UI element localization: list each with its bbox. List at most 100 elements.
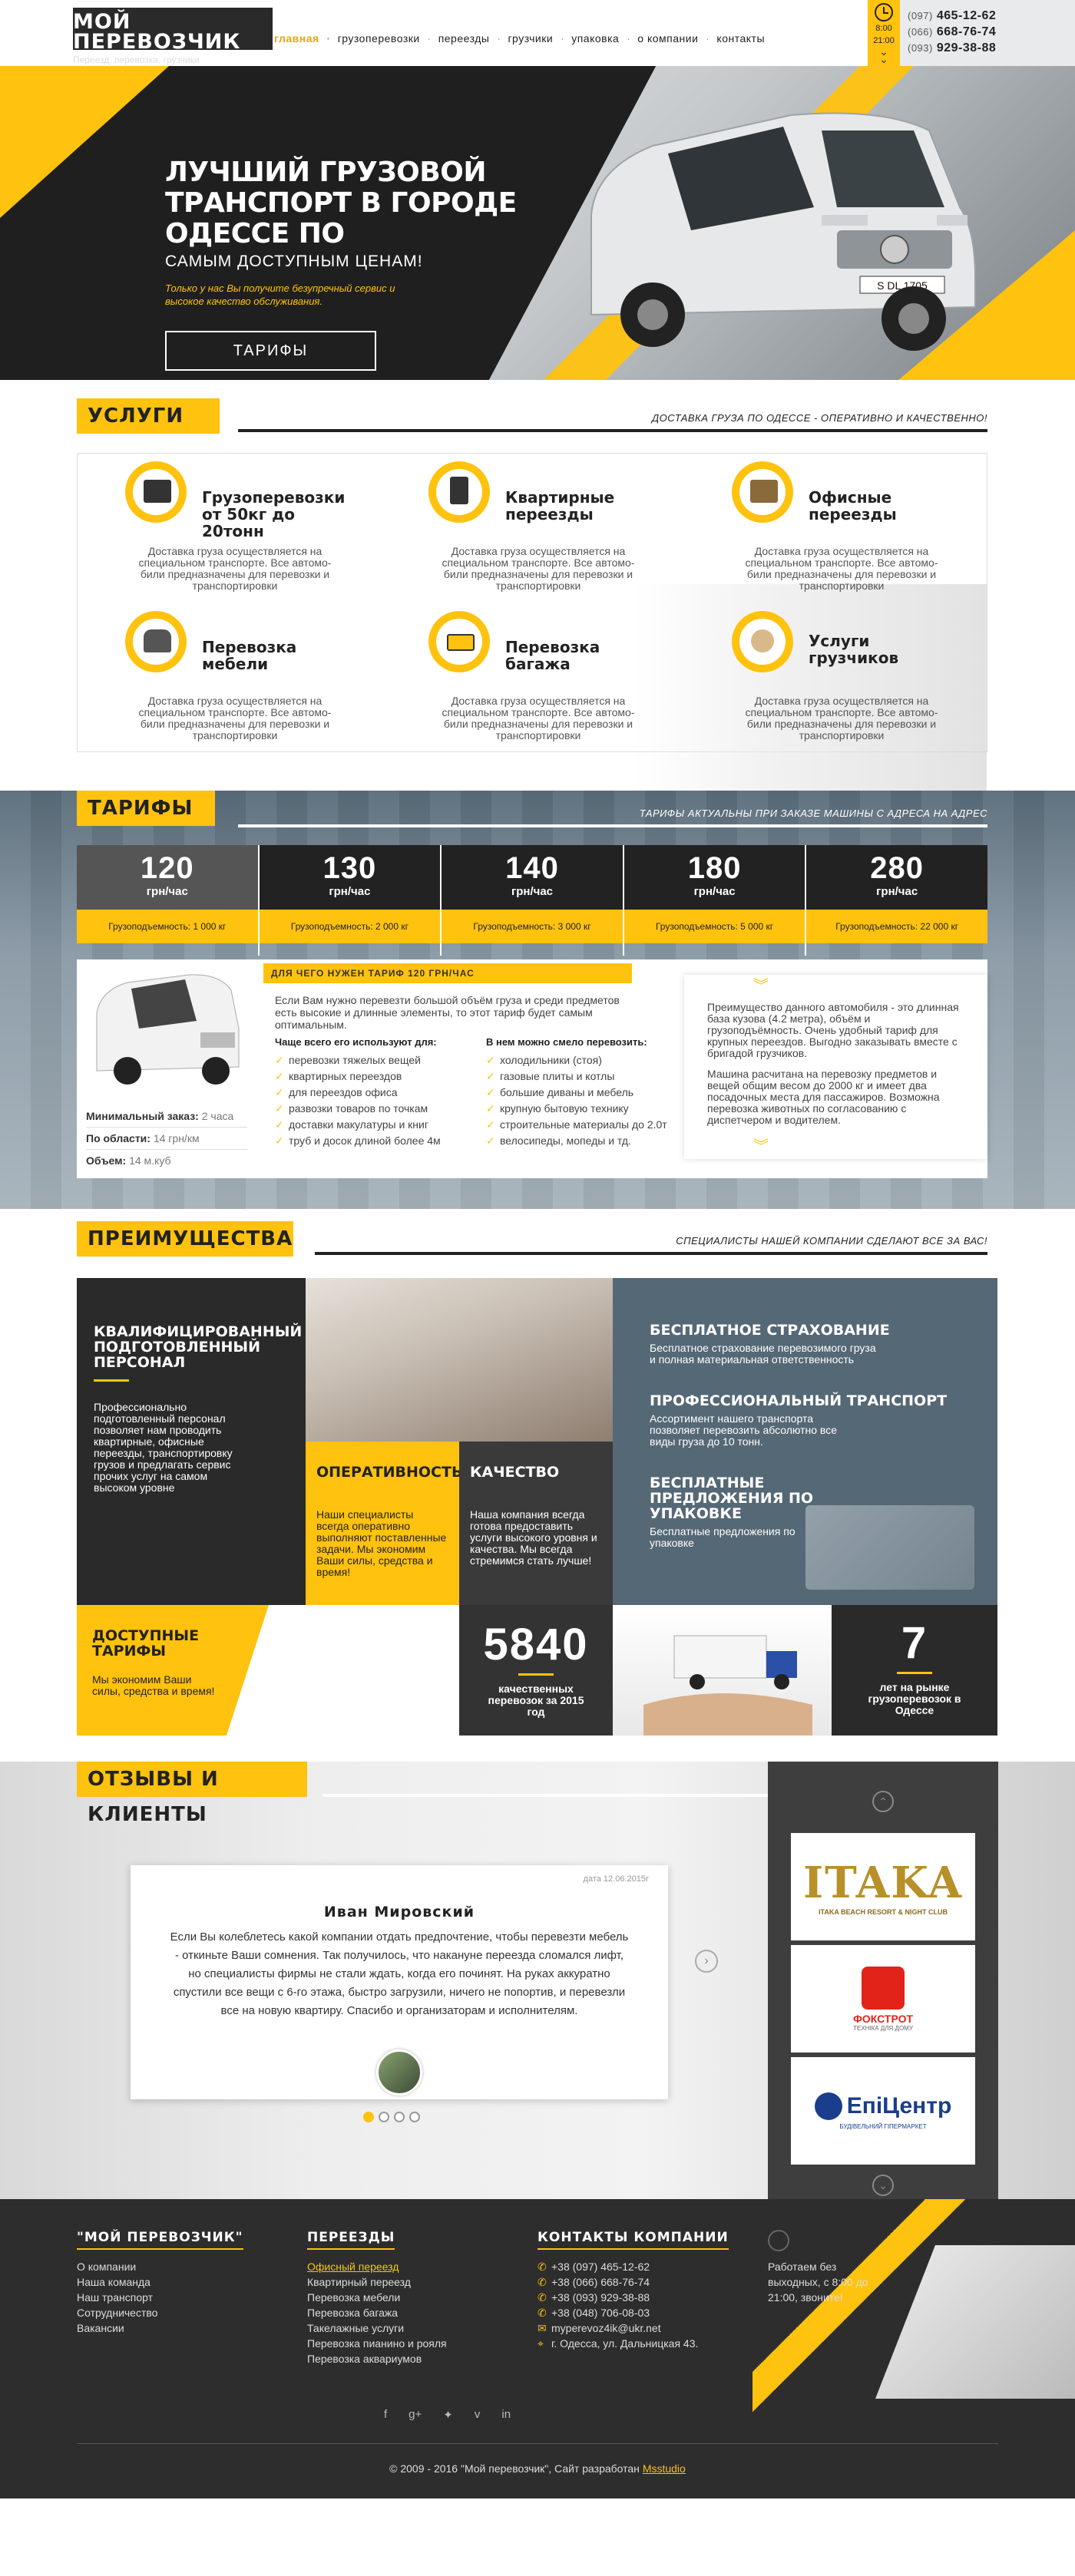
- client-foxtrot[interactable]: ФОКСТРОТ ТЕХНІКА ДЛЯ ДОМУ: [791, 1945, 975, 2053]
- advantages-title: Преимущества: [77, 1221, 293, 1257]
- client-epicentr[interactable]: ЕпіЦентр БУДІВЕЛЬНИЙ ГІПЕРМАРКЕТ: [791, 2057, 975, 2165]
- clients-up-button[interactable]: ⌃: [872, 1791, 894, 1812]
- cargo-list-title: В нем можно смело перевозить:: [486, 1036, 647, 1048]
- tarifs-subtitle: Тарифы актуальны при заказе машины с адр…: [639, 807, 987, 819]
- cargo-list: В нем можно смело перевозить: холодильни…: [486, 1036, 674, 1149]
- service-furniture[interactable]: Перевозка мебели Доставка груза осуществ…: [78, 603, 331, 749]
- tarif-lists: Чаще всего его используют для: перевозки…: [275, 1036, 690, 1149]
- adv-quality-text: Наша компания всегда готова предоставить…: [470, 1508, 597, 1567]
- footer-phone[interactable]: ✆ +38 (093) 929-38-88: [538, 2290, 729, 2305]
- usage-list-title: Чаще всего его используют для:: [275, 1036, 437, 1048]
- logo[interactable]: Мой перевозчик Переезд, перевозка, грузч…: [73, 8, 273, 65]
- nav-moves[interactable]: переезды: [429, 29, 501, 48]
- advantages-subtitle: Специалисты нашей компании сделают все з…: [676, 1235, 987, 1247]
- tarif-card-120[interactable]: 120 грн/час Грузоподъемность: 1 000 кг: [77, 845, 260, 956]
- twitter-icon[interactable]: ✦: [443, 2408, 453, 2422]
- footer-moves: Переезды Офисный переезд Квартирный перее…: [307, 2230, 447, 2366]
- reviews-title: Отзывы и клиенты: [77, 1762, 307, 1826]
- nav-loaders[interactable]: грузчики: [498, 29, 564, 48]
- adv-speed-title: Оперативность: [316, 1464, 459, 1481]
- volume-label: Объем:: [86, 1154, 127, 1167]
- main-nav: главная грузоперевозки переезды грузчики…: [265, 29, 774, 48]
- list-item[interactable]: Перевозка багажа: [307, 2305, 447, 2320]
- tarifs-button[interactable]: Тарифы: [165, 331, 376, 371]
- list-item[interactable]: Офисный переезд: [307, 2259, 447, 2274]
- min-order-label: Минимальный заказ:: [86, 1110, 199, 1122]
- list-item[interactable]: Наша команда: [77, 2274, 243, 2290]
- van-icon: [428, 611, 490, 672]
- phone-3[interactable]: (093) 929-38-88: [908, 40, 996, 56]
- adv-staff-title: Квалифицированный подготовленный персона…: [94, 1323, 303, 1371]
- service-desc: Доставка груза осуществляется на специал…: [442, 545, 635, 592]
- chevron-down-icon[interactable]: ⌄ ⌄: [879, 46, 888, 64]
- tarif-price: 120: [140, 851, 194, 885]
- phone-icon: ✆: [538, 2276, 547, 2288]
- movers-photo: [306, 1278, 613, 1442]
- tarif-capacity: Грузоподъемность: 22 000 кг: [806, 910, 987, 943]
- tarif-price: 140: [505, 851, 559, 885]
- hero-text: Лучший грузовой транспорт в городе Одесс…: [165, 157, 564, 371]
- tarif-unit: грн/час: [511, 885, 553, 898]
- list-item[interactable]: Перевозка мебели: [307, 2290, 447, 2305]
- list-item[interactable]: Перевозка пианино и рояля: [307, 2336, 447, 2351]
- tarif-price: 180: [687, 851, 742, 885]
- footer-phone[interactable]: ✆ +38 (066) 668-76-74: [538, 2274, 729, 2290]
- list-item[interactable]: Сотрудничество: [77, 2305, 243, 2320]
- review-pagination: [363, 2112, 420, 2122]
- footer-address: ⌖ г. Одесса, ул. Дальницкая 43.: [538, 2337, 699, 2350]
- service-office[interactable]: Офисные переезды Доставка груза осуществ…: [684, 454, 938, 599]
- pagination-dot[interactable]: [409, 2112, 420, 2122]
- site-footer: "Мой перевозчик" О компании Наша команда Н…: [0, 2199, 1075, 2498]
- clients-down-button[interactable]: ⌄: [872, 2175, 894, 2196]
- nav-contacts[interactable]: контакты: [707, 29, 774, 48]
- tarif-card-280[interactable]: 280 грн/час Грузоподъемность: 22 000 кг: [806, 845, 987, 956]
- tarif-detail-panel: Минимальный заказ: 2 часа По области: 14…: [77, 959, 987, 1178]
- nav-home[interactable]: главная: [265, 29, 330, 48]
- services-section: Услуги Доставка груза по Одессе - операт…: [0, 380, 1075, 814]
- list-item: велосипеды, мопеды и тд.: [486, 1133, 674, 1149]
- service-name: Перевозка мебели: [202, 638, 297, 673]
- adv-staff: Квалифицированный подготовленный персона…: [77, 1278, 306, 1605]
- adv-transport-title: Профессиональный транспорт: [650, 1392, 948, 1409]
- nav-cargo[interactable]: грузоперевозки: [329, 29, 432, 48]
- pagination-dot[interactable]: [363, 2112, 374, 2122]
- google-plus-icon[interactable]: g+: [408, 2408, 422, 2422]
- phone-1[interactable]: (097) 465-12-62: [908, 8, 996, 24]
- footer-company-title: "Мой перевозчик": [77, 2230, 243, 2250]
- pagination-dot[interactable]: [379, 2112, 389, 2122]
- list-item[interactable]: Вакансии: [77, 2320, 243, 2336]
- facebook-icon[interactable]: f: [384, 2408, 387, 2422]
- service-apartment[interactable]: Квартирные переезды Доставка груза осуще…: [381, 454, 634, 599]
- tarif-card-130[interactable]: 130 грн/час Грузоподъемность: 2 000 кг: [259, 845, 442, 956]
- tarifs-divider: [238, 824, 987, 827]
- hero-note: Только у нас Вы получите безупречный сер…: [165, 282, 395, 307]
- footer-phone[interactable]: ✆ +38 (097) 465-12-62: [538, 2259, 729, 2274]
- service-cargo[interactable]: Грузоперевозки от 50кг до 20тонн Доставк…: [78, 454, 345, 599]
- phone-2[interactable]: (066) 668-76-74: [908, 24, 996, 40]
- vimeo-icon[interactable]: v: [475, 2408, 481, 2422]
- list-item: развозки товаров по точкам: [275, 1101, 463, 1117]
- developer-link[interactable]: Msstudio: [643, 2462, 686, 2475]
- next-review-button[interactable]: ›: [695, 1950, 718, 1973]
- service-luggage[interactable]: Перевозка багажа Доставка груза осуществ…: [381, 603, 634, 749]
- footer-email[interactable]: ✉ myperevoz4ik@ukr.net: [538, 2320, 729, 2336]
- list-item[interactable]: Перевозка аквариумов: [307, 2351, 447, 2366]
- service-loaders[interactable]: Услуги грузчиков Доставка груза осуществ…: [684, 603, 938, 749]
- list-item[interactable]: Наш транспорт: [77, 2290, 243, 2305]
- tarif-advantages: ︾ Преимущество данного автомобиля - это …: [684, 975, 987, 1159]
- list-item[interactable]: О компании: [77, 2259, 243, 2274]
- list-item[interactable]: Квартирный переезд: [307, 2274, 447, 2290]
- nav-packing[interactable]: упаковка: [562, 29, 630, 48]
- footer-phone[interactable]: ✆ +38 (048) 706-08-03: [538, 2305, 729, 2320]
- logo-title: Мой перевозчик: [73, 10, 241, 54]
- pagination-dot[interactable]: [394, 2112, 405, 2122]
- nav-about[interactable]: о компании: [628, 29, 710, 48]
- service-name: Услуги грузчиков: [809, 632, 899, 667]
- tarif-card-180[interactable]: 180 грн/час Грузоподъемность: 5 000 кг: [624, 845, 807, 956]
- list-item[interactable]: Такелажные услуги: [307, 2320, 447, 2336]
- building-icon: [428, 461, 490, 523]
- client-itaka[interactable]: ITAKA ITAKA BEACH RESORT & NIGHT CLUB: [791, 1833, 975, 1940]
- list-item: крупную бытовую технику: [486, 1101, 674, 1117]
- tarif-card-140[interactable]: 140 грн/час Грузоподъемность: 3 000 кг: [442, 845, 624, 956]
- linkedin-icon[interactable]: in: [501, 2408, 511, 2422]
